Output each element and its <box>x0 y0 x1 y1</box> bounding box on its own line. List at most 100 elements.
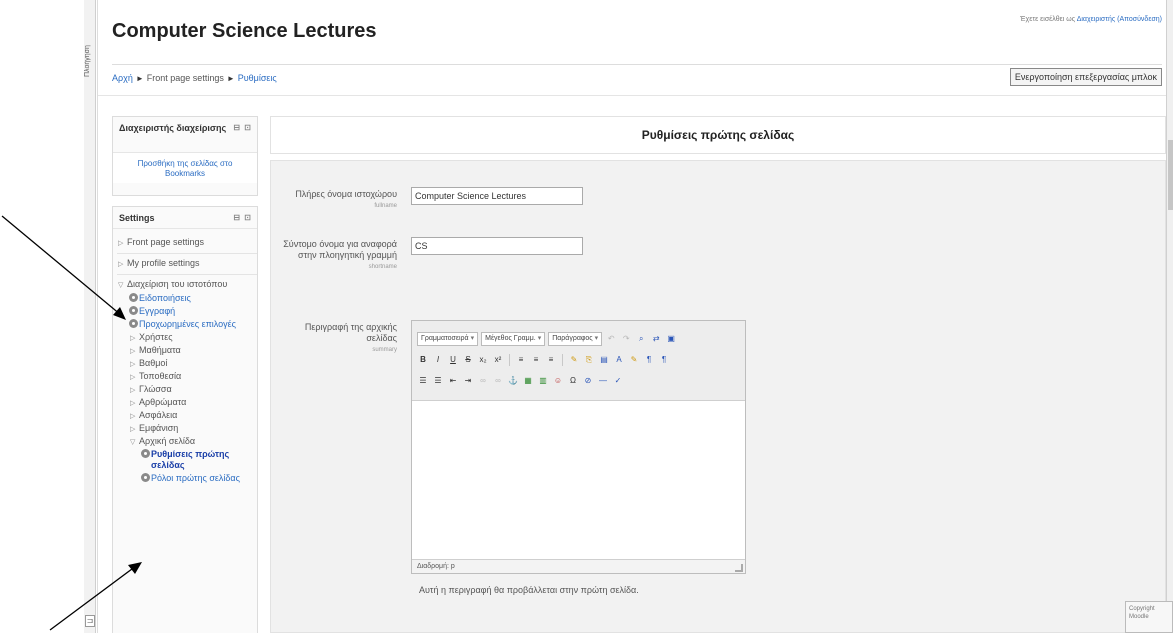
emoticon-icon[interactable]: ☺ <box>552 375 564 387</box>
bullet-list-icon[interactable]: ☰ <box>417 375 429 387</box>
block-controls-icon[interactable]: ⊟ ⊡ <box>233 213 252 222</box>
footer-line: Moodle <box>1129 614 1149 620</box>
scrollbar-thumb[interactable] <box>1168 140 1173 210</box>
block-controls-icon[interactable]: ⊟ ⊡ <box>233 123 252 132</box>
login-prefix: Έχετε εισέλθει ως <box>1020 16 1076 23</box>
font-size-select[interactable]: Μέγεθος Γραμμ. <box>481 332 546 346</box>
align-left-icon[interactable]: ≡ <box>515 354 527 366</box>
tree-item-front-page-settings-current[interactable]: Ρυθμίσεις πρώτης σελίδας <box>117 449 257 471</box>
indent-icon[interactable]: ⇥ <box>462 375 474 387</box>
field-label: Σύντομο όνομα για αναφορά στην πλοηγητικ… <box>279 239 397 273</box>
field-sublabel: fullname <box>374 203 397 209</box>
tree-item-front-page-roles[interactable]: Ρόλοι πρώτης σελίδας <box>117 473 257 484</box>
tree-item-language[interactable]: ▷ Γλώσσα <box>117 384 257 395</box>
tree-item-site-administration[interactable]: ▽ Διαχείριση του ιστοτόπου <box>117 279 257 290</box>
navigation-dock[interactable]: Πλοήγηση <box>84 0 96 633</box>
expanded-triangle-icon: ▽ <box>130 439 136 446</box>
tree-item-front-page-settings[interactable]: ▷ Front page settings <box>117 237 257 254</box>
toolbar-row: B I U S x₂ x² ≡ ≡ ≡ ✎ ⎘ ▤ A ✎ ¶ ¶ <box>417 350 740 370</box>
field-sublabel: shortname <box>368 264 397 270</box>
replace-icon[interactable]: ⇄ <box>650 333 662 345</box>
collapsed-triangle-icon: ▷ <box>130 361 136 368</box>
collapsed-triangle-icon: ▷ <box>130 413 136 420</box>
paste-text-icon[interactable]: ⎘ <box>583 354 595 366</box>
block-body: Προσθήκη της σελίδας στο Bookmarks <box>113 153 257 183</box>
tree-item-grades[interactable]: ▷ Βαθμοί <box>117 358 257 369</box>
outdent-icon[interactable]: ⇤ <box>447 375 459 387</box>
editor-path: Διαδρομή: p <box>417 563 455 570</box>
redo-icon[interactable]: ↷ <box>620 333 632 345</box>
settings-form: Πλήρες όνομα ιστοχώρου fullname Computer… <box>270 160 1166 633</box>
summary-help-text: Αυτή η περιγραφή θα προβάλλεται στην πρώ… <box>419 585 639 595</box>
collapsed-triangle-icon: ▷ <box>130 426 136 433</box>
tree-item-my-profile-settings[interactable]: ▷ My profile settings <box>117 258 257 275</box>
image-icon[interactable]: ▦ <box>522 375 534 387</box>
rtl-icon[interactable]: ¶ <box>658 354 670 366</box>
background-color-icon[interactable]: ✎ <box>628 354 640 366</box>
tree-item-front-page[interactable]: ▽ Αρχική σελίδα <box>117 436 257 447</box>
expanded-triangle-icon: ▽ <box>118 282 124 289</box>
anchor-icon[interactable]: ⚓ <box>507 375 519 387</box>
turn-editing-on-button[interactable]: Ενεργοποίηση επεξεργασίας μπλοκ <box>1009 68 1162 86</box>
text-color-icon[interactable]: A <box>613 354 625 366</box>
fullname-input[interactable]: Computer Science Lectures <box>411 187 583 205</box>
collapsed-triangle-icon: ▷ <box>130 387 136 394</box>
login-user-link[interactable]: Διαχειριστής (Αποσύνδεση) <box>1077 16 1162 23</box>
media-icon[interactable]: ▥ <box>537 375 549 387</box>
find-icon[interactable]: ⌕ <box>635 333 647 345</box>
breadcrumb-home[interactable]: Αρχή <box>112 73 133 83</box>
footer-line: Copyright <box>1129 606 1155 612</box>
breadcrumb-current[interactable]: Ρυθμίσεις <box>238 73 277 83</box>
spellcheck-icon[interactable]: ✓ <box>612 375 624 387</box>
collapsed-triangle-icon: ▷ <box>130 348 136 355</box>
bookmark-page-link[interactable]: Προσθήκη της σελίδας στο Bookmarks <box>119 159 251 179</box>
editor-content-area[interactable] <box>412 401 745 559</box>
font-family-select[interactable]: Γραμματοσειρά <box>417 332 479 346</box>
tree-item-location[interactable]: ▷ Τοποθεσία <box>117 371 257 382</box>
tree-item-registration[interactable]: Εγγραφή <box>117 306 257 317</box>
bold-icon[interactable]: B <box>417 354 429 366</box>
tree-item-appearance[interactable]: ▷ Εμφάνιση <box>117 423 257 434</box>
align-center-icon[interactable]: ≡ <box>530 354 542 366</box>
nolink-icon[interactable]: ⊘ <box>582 375 594 387</box>
breadcrumb-front-page-settings[interactable]: Front page settings <box>147 73 224 83</box>
ltr-icon[interactable]: ¶ <box>643 354 655 366</box>
tree-item-notifications[interactable]: Ειδοποιήσεις <box>117 293 257 304</box>
numbered-list-icon[interactable]: ☰ <box>432 375 444 387</box>
admin-bookmarks-block: Διαχειριστής διαχείρισης ⊟ ⊡ Προσθήκη τη… <box>112 116 258 196</box>
superscript-icon[interactable]: x² <box>492 354 504 366</box>
toolbar-row: ☰ ☰ ⇤ ⇥ ∞ ∞ ⚓ ▦ ▥ ☺ Ω ⊘ — ✓ <box>417 371 740 391</box>
cleanup-icon[interactable]: ✎ <box>568 354 580 366</box>
tree-item-plugins[interactable]: ▷ Αρθρώματα <box>117 397 257 408</box>
hr-icon[interactable]: — <box>597 375 609 387</box>
dock-toggle-icon[interactable]: ⊐ <box>85 615 95 627</box>
editor-toolbar: Γραμματοσειρά Μέγεθος Γραμμ. Παράγραφος … <box>412 321 745 401</box>
gear-icon <box>129 306 138 315</box>
strikethrough-icon[interactable]: S <box>462 354 474 366</box>
align-right-icon[interactable]: ≡ <box>545 354 557 366</box>
toolbar-row: Γραμματοσειρά Μέγεθος Γραμμ. Παράγραφος … <box>417 329 740 349</box>
header: Computer Science Lectures Έχετε εισέλθει… <box>98 0 1166 96</box>
special-char-icon[interactable]: Ω <box>567 375 579 387</box>
paste-word-icon[interactable]: ▤ <box>598 354 610 366</box>
site-title[interactable]: Computer Science Lectures <box>112 20 377 43</box>
underline-icon[interactable]: U <box>447 354 459 366</box>
tree-item-security[interactable]: ▷ Ασφάλεια <box>117 410 257 421</box>
tree-item-advanced-features[interactable]: Προχωρημένες επιλογές <box>117 319 257 330</box>
tree-item-courses[interactable]: ▷ Μαθήματα <box>117 345 257 356</box>
resize-grip-icon[interactable] <box>735 564 743 572</box>
subscript-icon[interactable]: x₂ <box>477 354 489 366</box>
shortname-input[interactable]: CS <box>411 237 583 255</box>
format-select[interactable]: Παράγραφος <box>548 332 603 346</box>
login-info: Έχετε εισέλθει ως Διαχειριστής (Αποσύνδε… <box>1020 16 1162 23</box>
tree-item-users[interactable]: ▷ Χρήστες <box>117 332 257 343</box>
italic-icon[interactable]: I <box>432 354 444 366</box>
undo-icon[interactable]: ↶ <box>605 333 617 345</box>
footer-popup: Copyright Moodle <box>1125 601 1173 633</box>
unlink-icon[interactable]: ∞ <box>492 375 504 387</box>
scrollbar[interactable] <box>1166 0 1173 633</box>
collapsed-triangle-icon: ▷ <box>130 335 136 342</box>
breadcrumb: Αρχή ► Front page settings ► Ρυθμίσεις <box>112 73 277 83</box>
link-icon[interactable]: ∞ <box>477 375 489 387</box>
fullscreen-icon[interactable]: ▣ <box>665 333 677 345</box>
